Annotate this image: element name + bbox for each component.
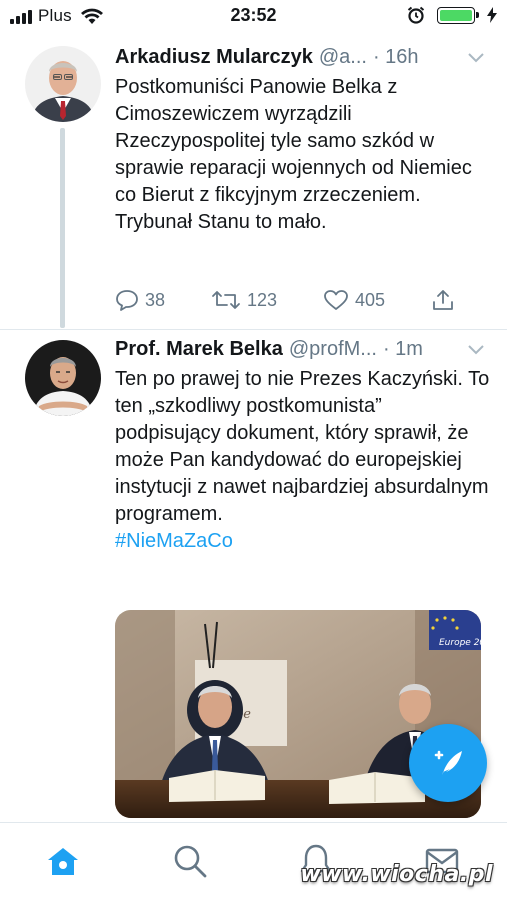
watermark: www.wiocha.pl — [300, 862, 493, 887]
tweet-time: · 1m — [382, 338, 423, 360]
compose-feather-icon — [434, 750, 462, 777]
hashtag-link[interactable]: #NieMaZaCo — [115, 528, 490, 555]
tab-home[interactable] — [43, 841, 83, 881]
tab-search[interactable] — [170, 841, 210, 881]
compose-tweet-button[interactable] — [409, 724, 487, 802]
home-icon — [48, 848, 78, 875]
tweet-text: Ten po prawej to nie Prezes Kaczyński. T… — [115, 368, 490, 525]
search-icon — [174, 845, 207, 878]
user-handle[interactable]: @profM... — [289, 338, 377, 361]
tweet-header: Prof. Marek Belka @profM... · 1m — [115, 338, 423, 361]
flag-caption: Europe 2004 — [439, 638, 481, 648]
chevron-down-icon[interactable] — [467, 344, 485, 356]
avatar[interactable] — [25, 340, 101, 416]
display-name[interactable]: Prof. Marek Belka — [115, 338, 283, 361]
bottom-tab-bar — [0, 822, 507, 900]
tweet-belka[interactable]: Prof. Marek Belka @profM... · 1m Ten po … — [0, 0, 507, 822]
tweet-text-block: Ten po prawej to nie Prezes Kaczyński. T… — [115, 366, 490, 555]
